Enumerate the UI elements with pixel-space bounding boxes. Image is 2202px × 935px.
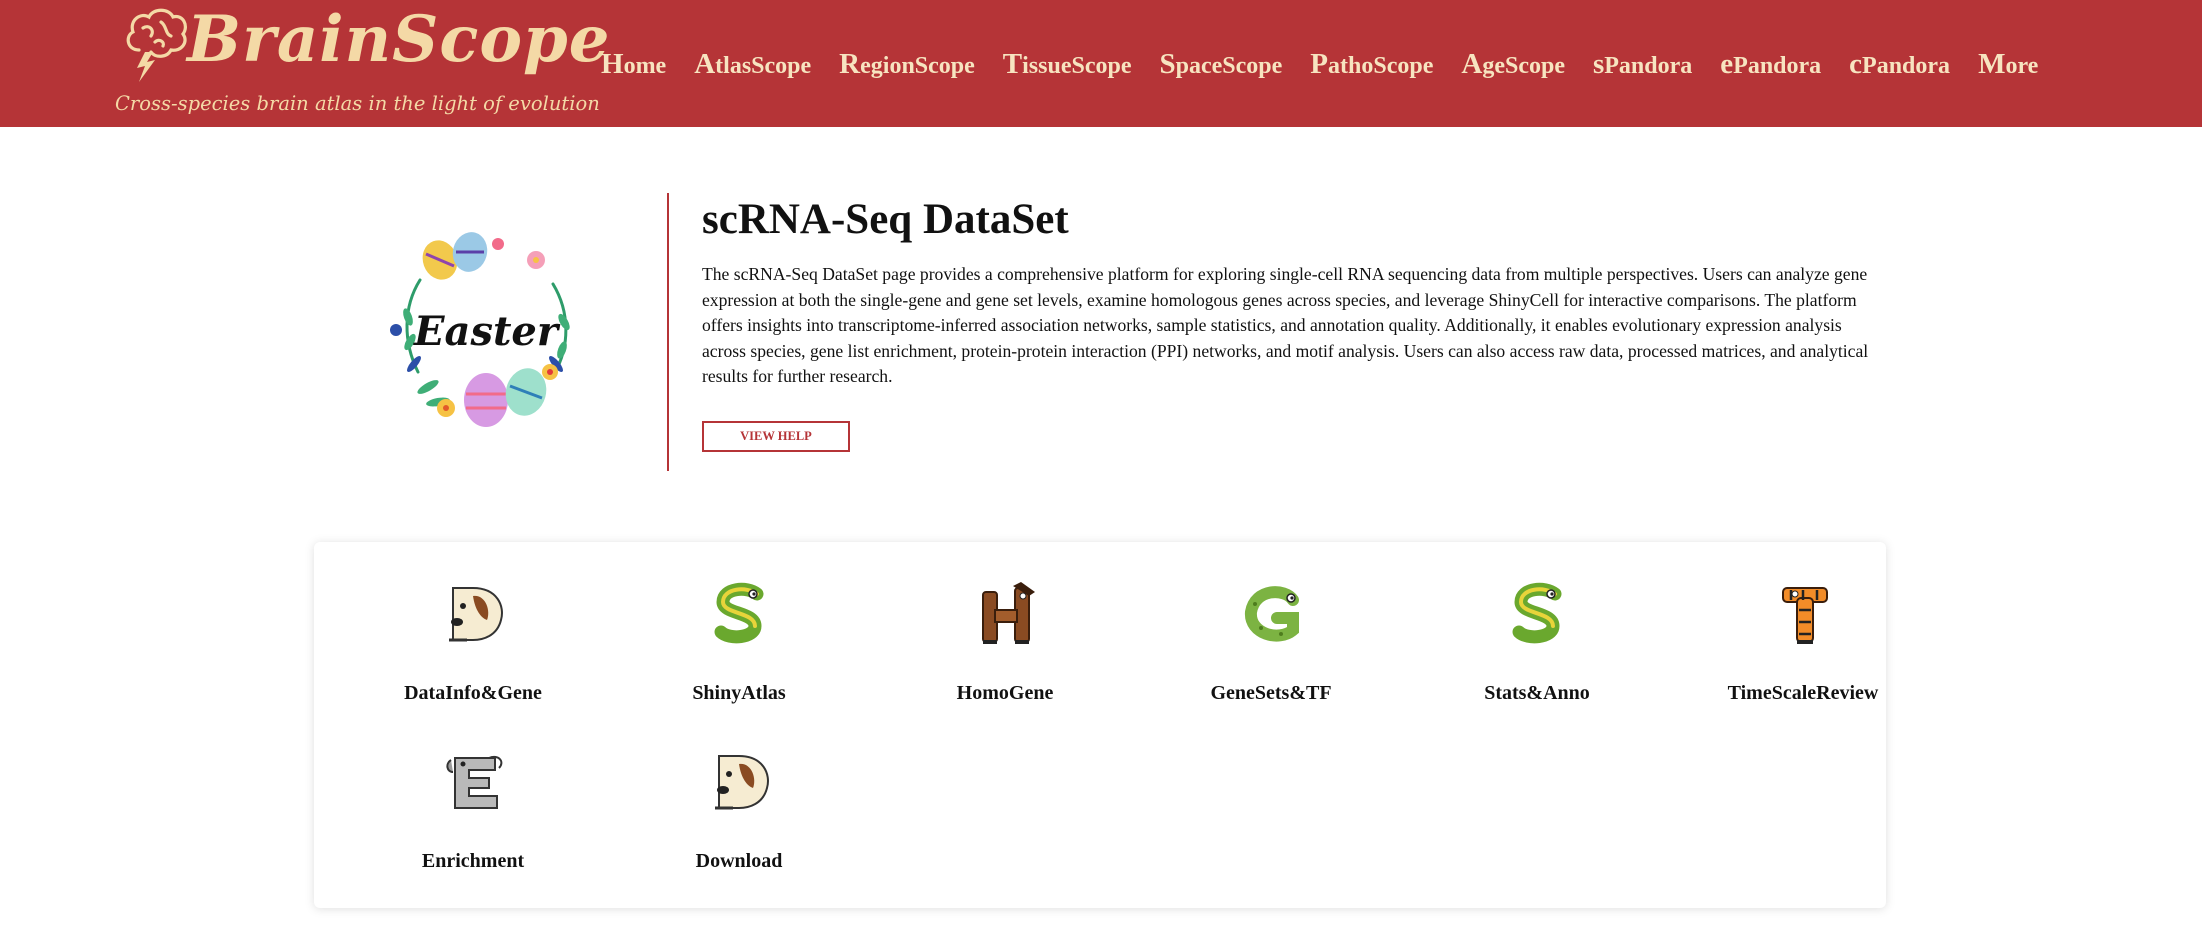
tool-stats-anno[interactable]: Stats&Anno (1417, 542, 1657, 704)
page-title: scRNA-Seq DataSet (702, 196, 1069, 243)
intro-divider (667, 193, 669, 471)
nav-item-more[interactable]: More (1978, 44, 2038, 84)
tool-shinyatlas[interactable]: ShinyAtlas (619, 542, 859, 704)
tool-label: GeneSets&TF (1210, 682, 1332, 704)
brand-name: BrainScope (187, 2, 611, 77)
tool-datainfo-gene[interactable]: DataInfo&Gene (353, 542, 593, 704)
logo-text: Easter (413, 308, 561, 355)
tool-download[interactable]: Download (619, 710, 859, 872)
tool-label: TimeScaleReview (1727, 682, 1879, 704)
tool-genesets-tf[interactable]: GeneSets&TF (1151, 542, 1391, 704)
page-description: The scRNA-Seq DataSet page provides a co… (702, 264, 1869, 386)
dog-letter-d-icon (449, 587, 503, 642)
snake-letter-s-icon (714, 582, 764, 644)
tool-label: Stats&Anno (1484, 682, 1590, 704)
snake-letter-s-icon (1512, 582, 1562, 644)
nav-item-cpandora[interactable]: cPandora (1849, 44, 1950, 84)
tools-panel: DataInfo&Gene ShinyAtlas HomoGene GeneSe… (314, 542, 1886, 908)
tool-label: Download (695, 850, 783, 872)
view-help-button[interactable]: VIEW HELP (702, 421, 850, 452)
tool-homogene[interactable]: HomoGene (885, 542, 1125, 704)
nav-item-epandora[interactable]: ePandora (1720, 44, 1821, 84)
nav-item-atlasscope[interactable]: AtlasScope (694, 44, 811, 84)
elephant-letter-e-icon (446, 756, 503, 809)
tool-label: ShinyAtlas (692, 682, 786, 704)
brain-lightning-icon (126, 8, 187, 82)
dog-letter-d-icon (715, 755, 769, 810)
nav-item-home[interactable]: Home (601, 44, 666, 84)
brand-tagline: Cross-species brain atlas in the light o… (115, 92, 600, 115)
nav-item-tissuescope[interactable]: TissueScope (1003, 44, 1132, 84)
horse-letter-h-icon (982, 582, 1035, 644)
nav-item-agescope[interactable]: AgeScope (1461, 44, 1565, 84)
brand-home-link[interactable]: BrainScope Cross-species brain atlas in … (113, 4, 609, 122)
nav-item-spacescope[interactable]: SpaceScope (1160, 44, 1283, 84)
tool-timescalereview[interactable]: TimeScaleReview (1683, 542, 1923, 704)
top-navigation-bar: BrainScope Cross-species brain atlas in … (0, 0, 2202, 127)
main-nav: Home AtlasScope RegionScope TissueScope … (601, 44, 2066, 84)
tiger-letter-t-icon (1782, 587, 1828, 644)
easter-wreath-logo: Easter (390, 232, 570, 427)
tool-label: DataInfo&Gene (404, 682, 542, 704)
tool-enrichment[interactable]: Enrichment (353, 710, 593, 872)
tool-label: Enrichment (421, 850, 525, 872)
nav-item-regionscope[interactable]: RegionScope (839, 44, 975, 84)
tool-label: HomoGene (956, 682, 1054, 704)
nav-item-pathoscope[interactable]: PathoScope (1310, 44, 1433, 84)
nav-item-spandora[interactable]: sPandora (1593, 44, 1692, 84)
gecko-letter-g-icon (1245, 586, 1299, 642)
